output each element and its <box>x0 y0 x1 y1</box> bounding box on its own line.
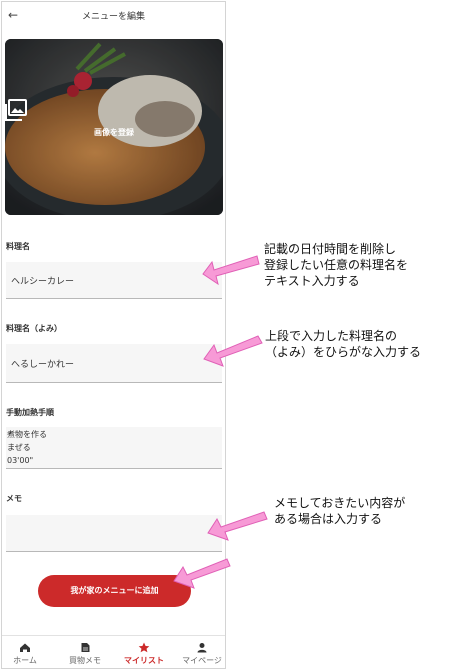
annotation-arrow-yomi <box>203 335 263 367</box>
annotation-arrow-memo <box>207 511 268 541</box>
annotation-note-name: 記載の日付時間を削除し 登録したい任意の料理名を テキスト入力する <box>264 242 409 288</box>
annotation-arrow-cta <box>173 558 231 589</box>
annotation-note-memo: メモしておきたい内容が ある場合は入力する <box>274 496 406 526</box>
annotation-note-yomi: 上段で入力した料理名の （よみ）をひらがな入力する <box>265 329 422 359</box>
annotation-arrow-name <box>202 255 260 286</box>
